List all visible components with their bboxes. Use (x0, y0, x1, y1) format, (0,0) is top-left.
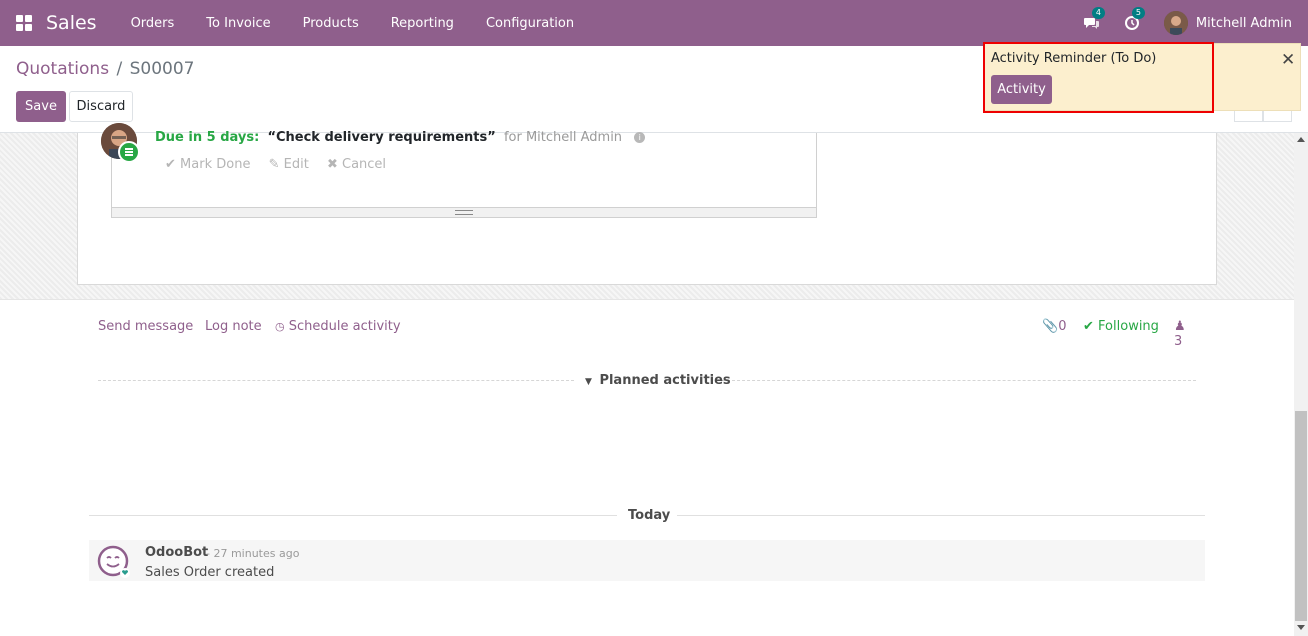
mark-done-label: Mark Done (180, 157, 251, 172)
messages-badge: 4 (1091, 7, 1105, 19)
edit-activity-button[interactable]: ✎ Edit (269, 157, 309, 172)
cancel-label: Cancel (342, 157, 387, 172)
app-name[interactable]: Sales (46, 12, 97, 34)
form-sheet (77, 133, 1217, 285)
scrollbar-thumb[interactable] (1295, 411, 1307, 621)
top-navbar: Sales Orders To Invoice Products Reporti… (0, 0, 1308, 46)
today-separator-right (677, 515, 1205, 516)
followers-count: 3 (1174, 334, 1183, 349)
activity-type-todo-icon (118, 141, 140, 163)
planned-activities-title: Planned activities (599, 373, 731, 388)
breadcrumb-quotations[interactable]: Quotations (16, 59, 109, 79)
followers-button[interactable]: ♟ 3 (1174, 319, 1198, 349)
odoobot-avatar (97, 545, 131, 579)
user-avatar[interactable] (1163, 11, 1188, 35)
caret-down-icon: ▼ (585, 377, 592, 387)
user-menu-name[interactable]: Mitchell Admin (1196, 16, 1292, 31)
check-icon: ✔ (165, 157, 176, 172)
highlight-box (983, 42, 1214, 113)
activity-due: Due in 5 days: (155, 130, 260, 145)
planned-activities-toggle[interactable]: ▼ Planned activities (585, 373, 731, 388)
message-author[interactable]: OdooBot (145, 545, 208, 560)
save-button[interactable]: Save (16, 91, 66, 122)
menu-item-reporting[interactable]: Reporting (375, 16, 470, 31)
main-menu: Orders To Invoice Products Reporting Con… (115, 16, 591, 31)
chatter (0, 299, 1294, 636)
menu-item-to-invoice[interactable]: To Invoice (190, 16, 286, 31)
close-icon: ✖ (326, 157, 338, 172)
planned-separator-right (722, 380, 1196, 381)
activity-clock-icon[interactable]: 5 (1124, 7, 1145, 31)
menu-item-orders[interactable]: Orders (115, 16, 191, 31)
page-scrollbar[interactable] (1294, 133, 1308, 636)
activity-assignee: for Mitchell Admin (503, 130, 623, 145)
attachments-button[interactable]: 📎0 (1042, 319, 1066, 334)
scroll-down-arrow[interactable] (1297, 625, 1305, 630)
breadcrumb-current: S00007 (129, 59, 195, 79)
following-button[interactable]: ✔ Following (1083, 319, 1159, 334)
breadcrumb: Quotations / S00007 (16, 59, 194, 79)
log-note-button[interactable]: Log note (205, 319, 262, 334)
menu-item-products[interactable]: Products (287, 16, 375, 31)
cancel-activity-button[interactable]: ✖ Cancel (327, 157, 386, 172)
apps-menu-icon[interactable] (16, 15, 32, 31)
activity-actions: ✔ Mark Done ✎ Edit ✖ Cancel (165, 157, 400, 172)
attachments-count: 0 (1058, 319, 1067, 334)
menu-item-configuration[interactable]: Configuration (470, 16, 590, 31)
activity-summary-line: Due in 5 days: “Check delivery requireme… (155, 130, 646, 145)
edit-label: Edit (283, 157, 309, 172)
message-body: Sales Order created (145, 565, 275, 580)
info-icon[interactable]: i (634, 132, 646, 143)
pencil-icon: ✎ (268, 157, 280, 172)
planned-separator-left (98, 380, 574, 381)
clock-icon: ◷ (275, 320, 285, 333)
terms-editor[interactable] (111, 133, 817, 218)
check-icon: ✔ (1083, 319, 1094, 334)
editor-resize-handle[interactable] (112, 207, 816, 217)
mark-done-button[interactable]: ✔ Mark Done (165, 157, 250, 172)
following-label: Following (1098, 319, 1159, 334)
discard-button[interactable]: Discard (69, 91, 133, 122)
breadcrumb-separator: / (116, 59, 123, 79)
messaging-icon[interactable]: 4 (1083, 7, 1105, 31)
schedule-activity-label: Schedule activity (288, 319, 401, 334)
systray: 4 5 Mitchell Admin (1083, 0, 1308, 46)
schedule-activity-button[interactable]: ◷ Schedule activity (275, 319, 401, 334)
send-message-button[interactable]: Send message (98, 319, 193, 334)
today-separator-left (89, 515, 617, 516)
activities-badge: 5 (1131, 7, 1145, 19)
user-icon: ♟ (1174, 319, 1186, 334)
chatter-topbar: Send message Log note ◷ Schedule activit… (98, 319, 1198, 349)
message-time: - 27 minutes ago (206, 547, 300, 560)
today-label: Today (628, 508, 671, 523)
paperclip-icon: 📎 (1042, 319, 1059, 334)
activity-summary: “Check delivery requirements” (267, 130, 496, 145)
scroll-up-arrow[interactable] (1297, 137, 1305, 142)
notification-close-icon[interactable]: ✕ (1281, 50, 1295, 70)
